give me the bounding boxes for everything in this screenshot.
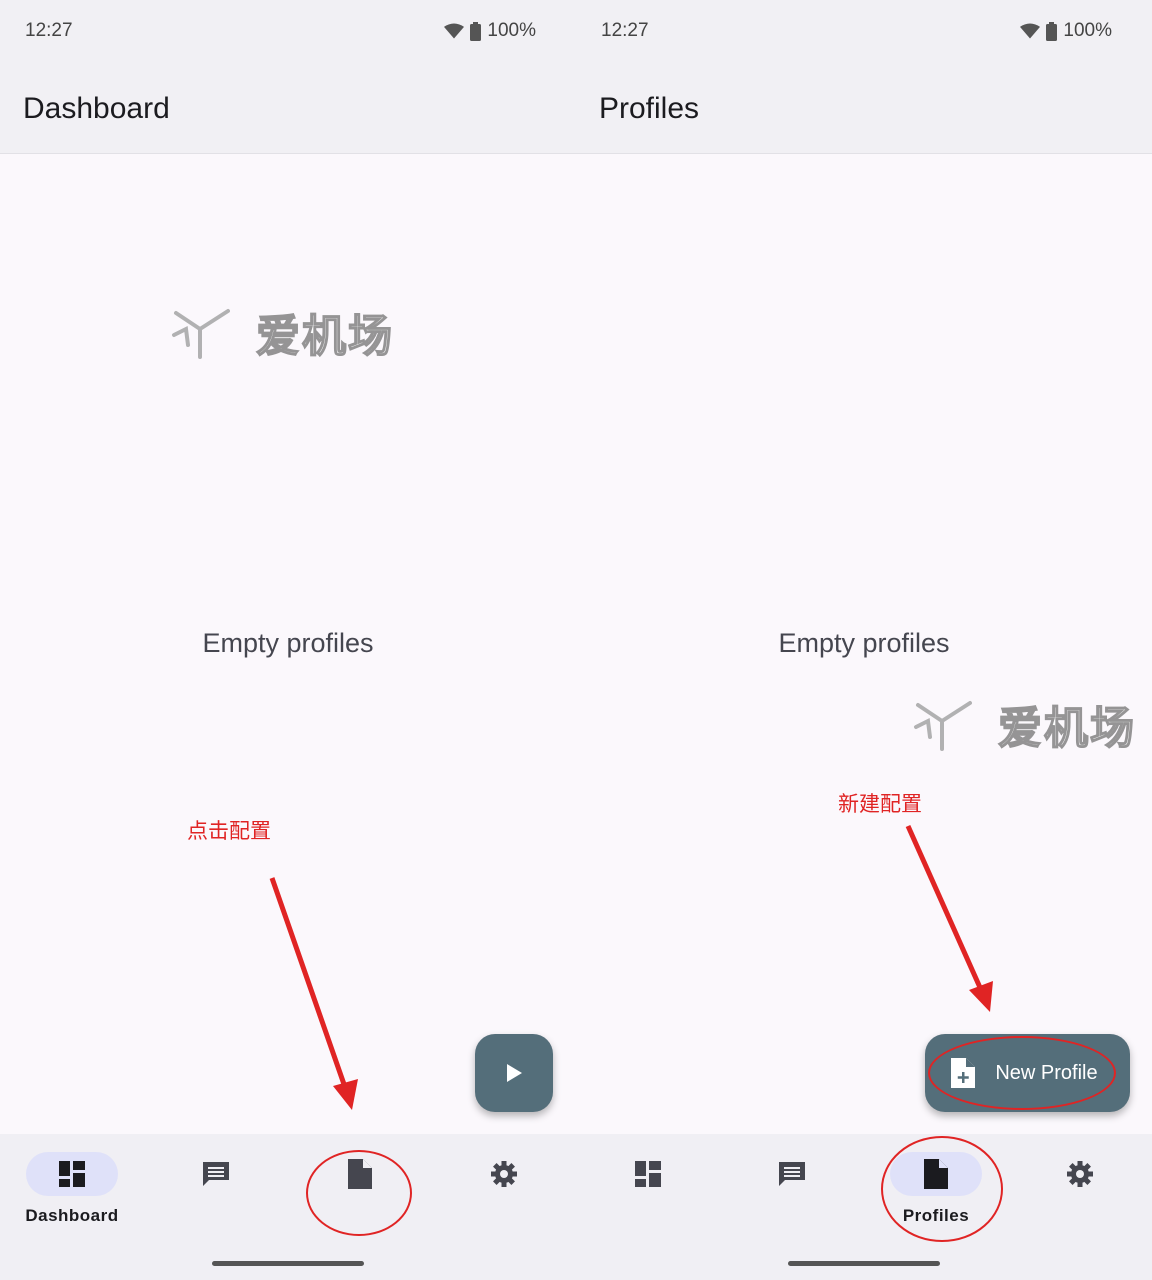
status-time: 12:27	[601, 20, 649, 41]
note-add-icon	[951, 1058, 976, 1088]
profile-file-icon	[924, 1159, 948, 1189]
nav-label-profiles: Profiles	[902, 1206, 970, 1225]
profiles-screen: 12:27 100% Profiles Empty profiles 爱机场 新…	[576, 0, 1152, 1280]
gear-icon	[491, 1161, 517, 1187]
dashboard-icon	[59, 1161, 85, 1187]
wifi-icon	[1020, 23, 1041, 39]
annotation-tap-profiles: 点击配置	[187, 820, 271, 843]
nav-dashboard[interactable]	[576, 1152, 720, 1242]
start-button[interactable]	[475, 1034, 553, 1112]
new-profile-label: New Profile	[995, 1061, 1098, 1084]
message-icon	[779, 1162, 805, 1186]
page-title: Dashboard	[23, 92, 170, 125]
status-bar: 12:27 100%	[576, 0, 1152, 66]
nav-profiles[interactable]	[288, 1152, 432, 1242]
nav-label-dashboard: Dashboard	[25, 1206, 119, 1225]
wifi-icon	[444, 23, 465, 39]
nav-profiles[interactable]: Profiles	[864, 1152, 1008, 1242]
annotation-new-profile: 新建配置	[838, 793, 922, 816]
watermark: 爱机场	[912, 692, 1136, 756]
watermark-logo-icon	[172, 309, 230, 359]
watermark-text: 爱机场	[997, 702, 1136, 755]
top-app-bar: Dashboard	[0, 66, 576, 154]
nav-logs[interactable]	[720, 1152, 864, 1242]
page-title: Profiles	[599, 92, 700, 125]
watermark: 爱机场	[170, 300, 394, 364]
nav-dashboard[interactable]: Dashboard	[0, 1152, 144, 1242]
new-profile-button[interactable]: New Profile	[925, 1034, 1130, 1112]
empty-profiles-text: Empty profiles	[202, 628, 374, 658]
battery-icon	[470, 21, 482, 41]
message-icon	[203, 1162, 229, 1186]
gear-icon	[1067, 1161, 1093, 1187]
nav-logs[interactable]	[144, 1152, 288, 1242]
empty-profiles-text: Empty profiles	[778, 628, 950, 658]
play-icon	[507, 1064, 522, 1082]
dashboard-screen: 12:27 100% Dashboard 爱机场 Empty profiles …	[0, 0, 576, 1280]
battery-percent: 100%	[487, 20, 536, 41]
nav-settings[interactable]	[1008, 1152, 1152, 1242]
dashboard-icon	[635, 1161, 661, 1187]
battery-percent: 100%	[1063, 20, 1112, 41]
top-app-bar: Profiles	[576, 66, 1152, 154]
profile-file-icon	[348, 1159, 372, 1189]
home-indicator[interactable]	[212, 1261, 364, 1266]
watermark-logo-icon	[914, 701, 972, 751]
home-indicator[interactable]	[788, 1261, 940, 1266]
watermark-text: 爱机场	[255, 310, 394, 363]
status-time: 12:27	[25, 20, 73, 41]
bottom-navigation: Dashboard	[0, 1134, 576, 1280]
nav-settings[interactable]	[432, 1152, 576, 1242]
battery-icon	[1046, 21, 1058, 41]
status-bar: 12:27 100%	[0, 0, 576, 66]
bottom-navigation: Profiles	[576, 1134, 1152, 1280]
